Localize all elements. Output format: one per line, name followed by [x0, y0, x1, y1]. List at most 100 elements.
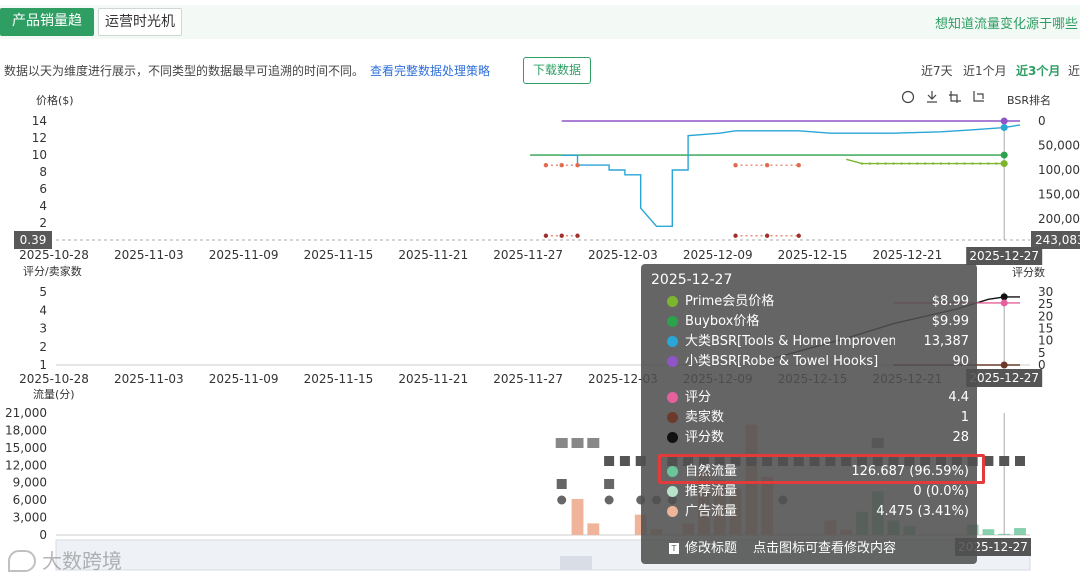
- x-tick-label: 2025-11-21: [398, 372, 468, 386]
- bsr-tick-label: 150,000: [1038, 187, 1080, 201]
- price-series-point: [559, 163, 564, 168]
- price-tick-label: 4: [39, 199, 47, 213]
- reviews-tick-label: 15: [1038, 322, 1053, 336]
- x-tick-label: 2025-10-28: [19, 248, 89, 262]
- tooltip-footer: T 修改标题 点击图标可查看修改内容: [669, 537, 896, 556]
- x-tick-label: 2025-11-09: [209, 248, 279, 262]
- legend-dot-icon: [667, 412, 678, 423]
- legend-dot-icon: [667, 316, 678, 327]
- prime-price-point: [884, 162, 887, 165]
- price-series-point: [575, 163, 580, 168]
- bsr-tick-label: 0: [1038, 114, 1046, 128]
- tooltip-row-value: 13,387: [923, 334, 970, 349]
- x-tick-label: 2025-11-15: [304, 372, 374, 386]
- price-series-point: [796, 163, 801, 168]
- price-tick-label: 6: [39, 182, 47, 196]
- x-tick-label: 2025-12-15: [778, 248, 848, 262]
- bsr-tick-label: 100,000: [1038, 163, 1080, 177]
- bsr-big-cursor-point: [1000, 124, 1008, 132]
- traffic-tick-label: 15,000: [5, 441, 47, 455]
- tooltip-row: 大类BSR[Tools & Home Improveme... 13,387: [661, 332, 969, 352]
- image-change-icon: [571, 438, 584, 448]
- traffic-tick-label: 21,000: [5, 406, 47, 420]
- tooltip-row-label: 卖家数: [685, 410, 725, 425]
- title-change-icon: [619, 456, 630, 466]
- prime-price-point: [963, 162, 966, 165]
- tooltip-row-label: 广告流量: [685, 504, 738, 519]
- x-tick-label: 2025-12-21: [873, 248, 943, 262]
- bsr-max-marker-label: 243,083: [1035, 233, 1080, 247]
- price-series-point: [575, 233, 580, 238]
- price-series-point: [733, 163, 738, 168]
- traffic-tick-label: 12,000: [5, 458, 47, 472]
- prime-price-point: [971, 162, 974, 165]
- cursor-date-label-1: 2025-12-27: [969, 249, 1039, 263]
- price-series-point: [796, 233, 801, 238]
- price-series-point: [764, 233, 770, 238]
- x-tick-label: 2025-12-03: [588, 248, 658, 262]
- legend-dot-icon: [667, 506, 678, 517]
- image-change-icon: [587, 438, 600, 448]
- tooltip-row-value: 4.4: [948, 390, 969, 405]
- tooltip-row-label: Buybox价格: [685, 314, 760, 329]
- organic-traffic-highlight: [658, 454, 985, 484]
- price-tick-label: 10: [32, 148, 47, 162]
- rating-tick-label: 5: [39, 285, 47, 299]
- traffic-tick-label: 6,000: [13, 493, 47, 507]
- ads-traffic-bar: [587, 523, 600, 535]
- legend-dot-icon: [667, 392, 678, 403]
- reviews-tick-label: 25: [1038, 297, 1053, 311]
- watermark: 大数跨境: [8, 545, 122, 574]
- traffic-axis-label: 流量(分): [33, 387, 75, 401]
- title-change-icon: [999, 456, 1010, 466]
- rating-cursor-point: [1000, 299, 1008, 307]
- tooltip-row-label: 小类BSR[Robe & Towel Hooks]: [685, 354, 879, 369]
- rating-tick-label: 3: [39, 322, 47, 336]
- crop-icon: [949, 91, 961, 103]
- tooltip-row-value: 0 (0.0%): [913, 484, 969, 499]
- prime-cursor-point: [1000, 160, 1008, 168]
- tooltip-row-value: $8.99: [931, 294, 969, 309]
- x-tick-label: 2025-11-15: [304, 248, 374, 262]
- traffic-tick-label: 9,000: [13, 476, 47, 490]
- cursor-date-label-2: 2025-12-27: [969, 371, 1039, 385]
- x-tick-label: 2025-11-09: [209, 372, 279, 386]
- price-tick-label: 14: [32, 114, 47, 128]
- traffic-tick-label: 0: [39, 528, 47, 542]
- tooltip-row-label: 大类BSR[Tools & Home Improveme...: [685, 334, 895, 349]
- reset-icon: [973, 91, 984, 102]
- legend-dot-icon: [667, 356, 678, 367]
- prime-price-point: [900, 162, 903, 165]
- prime-price-point: [908, 162, 911, 165]
- reviews-axis-label: 评分数: [1012, 266, 1045, 279]
- a-plus-change-icon: [556, 479, 567, 489]
- tooltip-row: 评分数 28: [661, 428, 969, 448]
- traffic-tick-label: 18,000: [5, 423, 47, 437]
- zoom-slider-fill: [560, 556, 592, 570]
- legend-dot-icon: [667, 432, 678, 443]
- x-tick-label: 2025-11-03: [114, 248, 184, 262]
- tooltip-row: 卖家数 1: [661, 408, 969, 428]
- prime-price-point: [931, 162, 935, 165]
- bsr-axis-label: BSR排名: [1007, 93, 1051, 107]
- prime-price-point: [987, 162, 990, 165]
- rating-axis-label: 评分/卖家数: [23, 264, 82, 278]
- tooltip-row-value: 1: [960, 410, 969, 425]
- tooltip-row: Buybox价格 $9.99: [661, 312, 969, 332]
- sellers-cursor-point: [1000, 361, 1008, 369]
- a-plus-change-icon: [604, 479, 615, 489]
- edit-title-icon[interactable]: T: [669, 543, 679, 554]
- x-tick-label: 2025-11-21: [398, 248, 468, 262]
- watermark-logo-icon: [8, 550, 36, 572]
- prime-price-point: [979, 162, 982, 165]
- price-change-icon: [557, 495, 567, 505]
- legend-dot-icon: [667, 296, 678, 307]
- series-line-bsr_big: [561, 124, 1021, 227]
- rating-tick-label: 1: [39, 358, 47, 372]
- x-tick-label: 2025-10-28: [19, 372, 89, 386]
- tooltip-row: 广告流量 4.475 (3.41%): [661, 502, 969, 522]
- prime-price-point: [923, 162, 927, 165]
- prime-price-point: [947, 162, 951, 165]
- prime-price-point: [892, 162, 895, 165]
- x-tick-label: 2025-11-03: [114, 372, 184, 386]
